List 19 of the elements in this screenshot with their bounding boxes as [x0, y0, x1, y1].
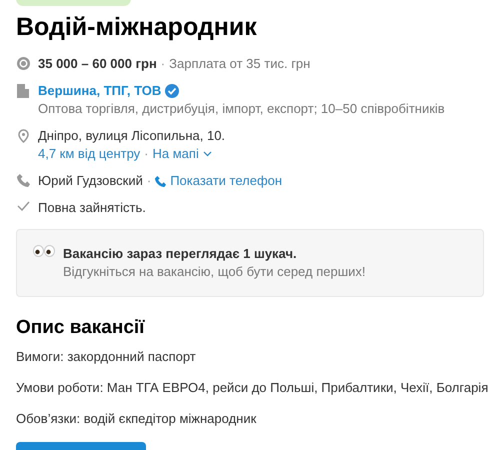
salary-note: Зарплата от 35 тис. грн — [169, 55, 310, 73]
contact-name: Юрий Гудзовский — [38, 172, 143, 190]
map-link[interactable]: На мапі — [152, 145, 199, 163]
company-description: Оптова торгівля, дистрибуція, імпорт, експорт; 10–50 співробітників — [38, 100, 445, 118]
show-phone-link[interactable]: Показати телефон — [155, 172, 282, 190]
notice-title: Вакансію зараз переглядає 1 шукач. — [63, 245, 298, 263]
section-heading: Опис вакансії — [16, 317, 145, 339]
separator-dot: · — [144, 145, 149, 163]
job-title: Водій-міжнародник — [16, 12, 257, 42]
description-paragraph: Обов’язки: водій єкпедітор міжнародник — [16, 411, 258, 426]
salary-range: 35 000 – 60 000 грн — [38, 55, 157, 73]
separator-dot: · — [146, 172, 152, 190]
notice-text: Відгукніться на вакансію, щоб бути серед перших! — [63, 263, 366, 281]
distance-link[interactable]: 4,7 км від центру — [38, 145, 140, 163]
address-text: Дніпро, вулиця Лісопильна, 10. — [38, 127, 226, 145]
separator-dot: · — [160, 55, 166, 73]
company-link[interactable]: Вершина, ТПГ, ТОВ — [38, 82, 162, 100]
employment-type: Повна зайнятість. — [38, 199, 146, 217]
description-paragraph: Вимоги: закордонний паспорт — [16, 349, 197, 364]
